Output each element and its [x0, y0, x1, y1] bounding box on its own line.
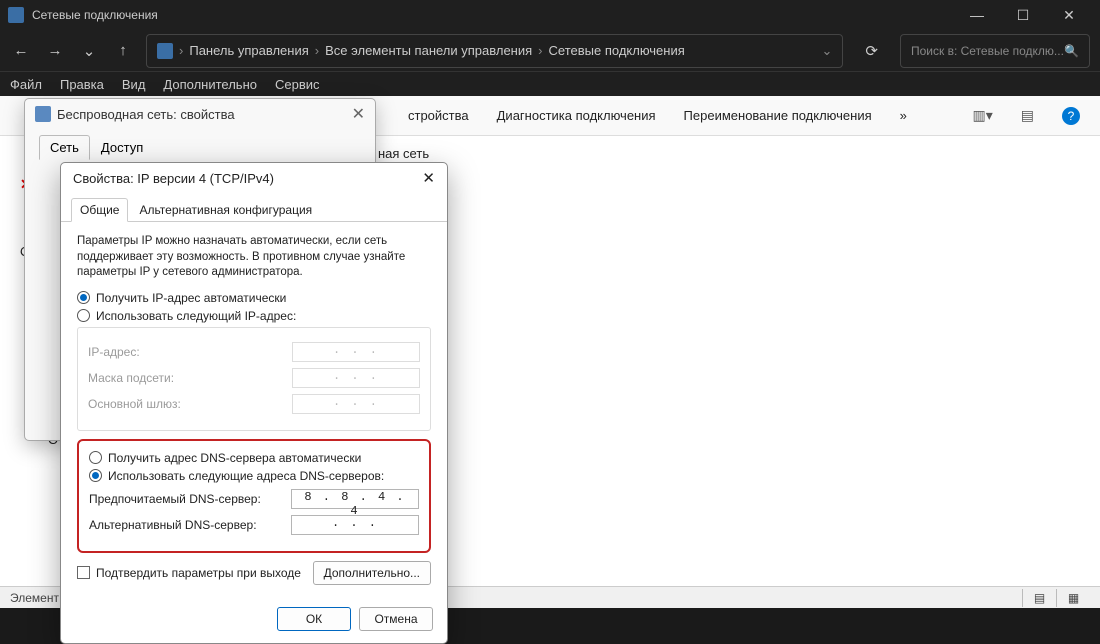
radio-dns-auto[interactable]: Получить адрес DNS-сервера автоматически [89, 451, 419, 465]
breadcrumb[interactable]: Все элементы панели управления [325, 43, 532, 58]
dialog-title: Беспроводная сеть: свойства [57, 107, 235, 122]
tab-network[interactable]: Сеть [39, 135, 90, 160]
cancel-button[interactable]: Отмена [359, 607, 433, 631]
label-dns-preferred: Предпочитаемый DNS-сервер: [89, 492, 261, 506]
tab-general[interactable]: Общие [71, 198, 128, 222]
ok-button[interactable]: ОК [277, 607, 351, 631]
address-dropdown[interactable]: ⌄ [822, 43, 833, 59]
radio-icon [77, 309, 90, 322]
label-gateway: Основной шлюз: [88, 397, 181, 411]
ipv4-properties-dialog: Свойства: IP версии 4 (TCP/IPv4) ✕ Общие… [60, 162, 448, 644]
window-title: Сетевые подключения [32, 8, 158, 22]
radio-icon [89, 469, 102, 482]
search-placeholder: Поиск в: Сетевые подклю... [911, 44, 1064, 58]
label-mask: Маска подсети: [88, 371, 174, 385]
tab-access[interactable]: Доступ [90, 135, 154, 160]
minimize-button[interactable]: — [954, 0, 1000, 30]
view-mode-grid-icon[interactable]: ▦ [1056, 589, 1090, 607]
info-text: Параметры IP можно назначать автоматичес… [77, 234, 431, 281]
chevron-icon: › [179, 43, 183, 58]
view-icons-button[interactable]: ▥▾ [973, 107, 993, 124]
checkbox-icon [77, 566, 90, 579]
dns-section-highlighted: Получить адрес DNS-сервера автоматически… [77, 439, 431, 553]
cmd-rename[interactable]: Переименование подключения [684, 108, 872, 123]
cmd-diagnose[interactable]: Диагностика подключения [497, 108, 656, 123]
close-button[interactable]: ✕ [1046, 0, 1092, 30]
dialog-buttons: ОК Отмена [61, 599, 447, 643]
close-button[interactable]: ✕ [422, 169, 435, 187]
nav-bar: ← → ⌄ ↑ › Панель управления › Все элемен… [0, 30, 1100, 72]
maximize-button[interactable]: ☐ [1000, 0, 1046, 30]
search-icon: 🔍 [1064, 44, 1079, 58]
menu-file[interactable]: Файл [10, 77, 42, 92]
cmd-device[interactable]: стройства [408, 108, 469, 123]
radio-icon [89, 451, 102, 464]
radio-icon [77, 291, 90, 304]
refresh-button[interactable]: ⟳ [855, 42, 888, 60]
back-button[interactable]: ← [10, 42, 32, 59]
menu-extra[interactable]: Дополнительно [163, 77, 257, 92]
breadcrumb[interactable]: Сетевые подключения [549, 43, 685, 58]
label-ip: IP-адрес: [88, 345, 140, 359]
menu-view[interactable]: Вид [122, 77, 146, 92]
cmd-more[interactable]: » [900, 108, 907, 123]
chevron-icon: › [538, 43, 542, 58]
label-dns-alternate: Альтернативный DNS-сервер: [89, 518, 257, 532]
forward-button[interactable]: → [44, 42, 66, 59]
advanced-button[interactable]: Дополнительно... [313, 561, 431, 585]
dialog-titlebar: Беспроводная сеть: свойства ✕ [25, 99, 375, 129]
window-titlebar: Сетевые подключения — ☐ ✕ [0, 0, 1100, 30]
search-input[interactable]: Поиск в: Сетевые подклю... 🔍 [900, 34, 1090, 68]
preferred-dns-field[interactable]: 8 . 8 . 4 . 4 [291, 489, 419, 509]
alternate-dns-field[interactable]: . . . [291, 515, 419, 535]
breadcrumb[interactable]: Панель управления [189, 43, 308, 58]
subnet-mask-field: . . . [292, 368, 420, 388]
address-bar[interactable]: › Панель управления › Все элементы панел… [146, 34, 843, 68]
radio-ip-auto[interactable]: Получить IP-адрес автоматически [77, 291, 431, 305]
menu-service[interactable]: Сервис [275, 77, 320, 92]
status-text: Элемент [10, 591, 59, 605]
history-dropdown[interactable]: ⌄ [78, 42, 100, 60]
radio-dns-manual[interactable]: Использовать следующие адреса DNS-сервер… [89, 469, 419, 483]
folder-icon [157, 43, 173, 59]
up-button[interactable]: ↑ [112, 42, 134, 59]
menu-bar: Файл Правка Вид Дополнительно Сервис [0, 72, 1100, 96]
ip-address-field: . . . [292, 342, 420, 362]
view-mode-list-icon[interactable]: ▤ [1022, 589, 1056, 607]
app-icon [8, 7, 24, 23]
dialog-title: Свойства: IP версии 4 (TCP/IPv4) [73, 171, 274, 186]
tab-alternate[interactable]: Альтернативная конфигурация [130, 198, 321, 222]
help-button[interactable]: ? [1062, 107, 1080, 125]
chevron-icon: › [315, 43, 319, 58]
dialog-icon [35, 106, 51, 122]
menu-edit[interactable]: Правка [60, 77, 104, 92]
view-details-button[interactable]: ▤ [1021, 107, 1034, 124]
dialog-titlebar[interactable]: Свойства: IP версии 4 (TCP/IPv4) ✕ [61, 163, 447, 193]
gateway-field: . . . [292, 394, 420, 414]
radio-ip-manual[interactable]: Использовать следующий IP-адрес: [77, 309, 431, 323]
validate-checkbox[interactable]: Подтвердить параметры при выходе [77, 566, 301, 580]
network-name: ная сеть [378, 146, 438, 161]
close-button[interactable]: ✕ [352, 104, 365, 124]
